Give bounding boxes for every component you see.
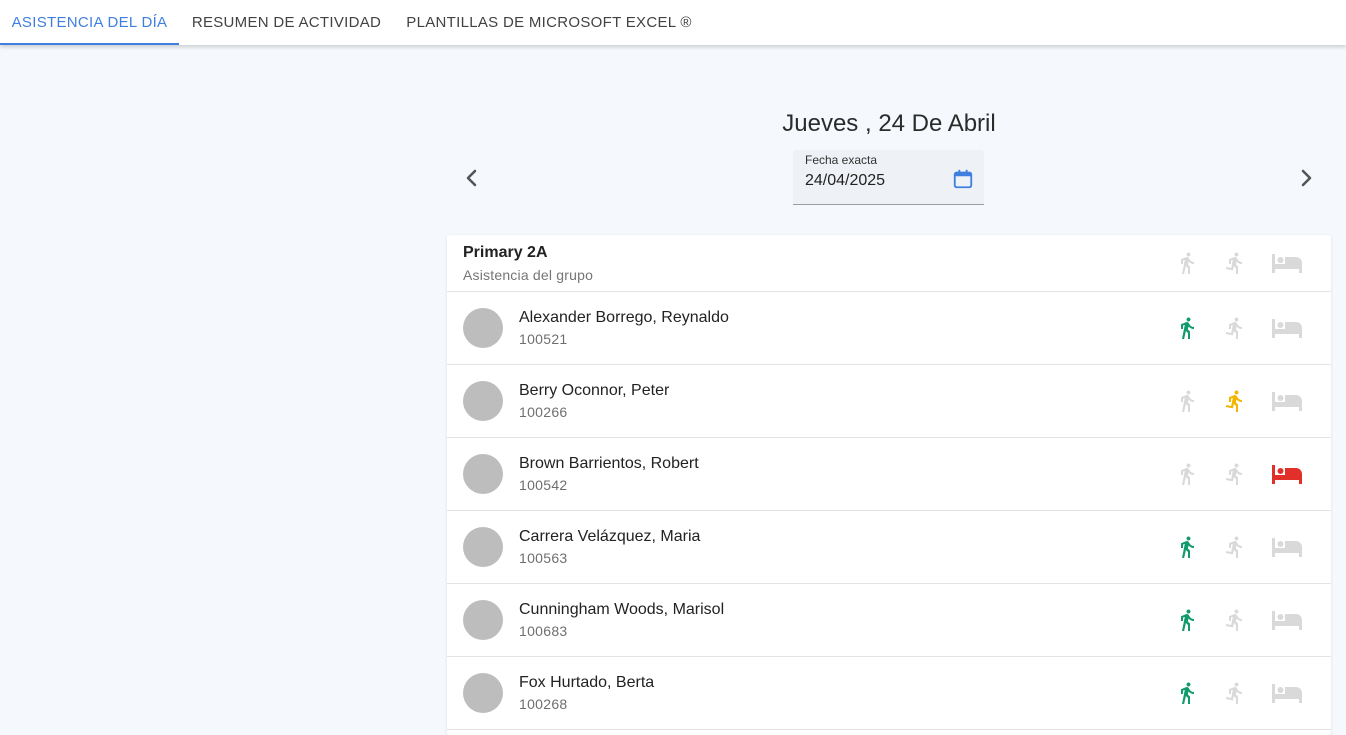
run-icon	[1225, 682, 1242, 704]
previous-day-button[interactable]	[458, 164, 486, 192]
student-actions	[1161, 584, 1331, 656]
mark-late-button[interactable]	[1217, 529, 1253, 565]
student-id: 100521	[519, 331, 568, 347]
mark-absent-button[interactable]	[1265, 456, 1309, 492]
bed-icon	[1272, 684, 1302, 703]
student-id: 100683	[519, 623, 568, 639]
tab-plantillas-excel[interactable]: PLANTILLAS DE MICROSOFT EXCEL ®	[394, 0, 704, 45]
group-name: Primary 2A	[463, 244, 548, 261]
calendar-button[interactable]	[952, 168, 974, 190]
next-day-button[interactable]	[1292, 164, 1320, 192]
student-actions	[1161, 292, 1331, 364]
run-icon	[1225, 536, 1242, 558]
bed-icon	[1272, 538, 1302, 557]
student-id: 100563	[519, 550, 568, 566]
walk-icon	[1181, 682, 1194, 704]
student-actions	[1161, 657, 1331, 729]
mark-absent-button[interactable]	[1265, 310, 1309, 346]
mark-late-button[interactable]	[1217, 675, 1253, 711]
group-header: Primary 2A Asistencia del grupo	[447, 235, 1331, 292]
walk-icon	[1181, 390, 1194, 412]
group-mark-absent-button[interactable]	[1265, 245, 1309, 281]
student-actions	[1161, 511, 1331, 583]
mark-absent-button[interactable]	[1265, 675, 1309, 711]
avatar	[463, 527, 503, 567]
group-subtitle: Asistencia del grupo	[463, 267, 594, 283]
group-mark-present-button[interactable]	[1169, 245, 1205, 281]
student-row: Brown Barrientos, Robert 100542	[447, 438, 1331, 511]
mark-late-button[interactable]	[1217, 456, 1253, 492]
student-row: Berry Oconnor, Peter 100266	[447, 365, 1331, 438]
mark-present-button[interactable]	[1169, 529, 1205, 565]
walk-icon	[1181, 536, 1194, 558]
walk-icon	[1181, 609, 1194, 631]
run-icon	[1225, 317, 1242, 339]
bed-icon	[1272, 319, 1302, 338]
bed-icon	[1272, 254, 1302, 273]
mark-late-button[interactable]	[1217, 602, 1253, 638]
group-actions	[1161, 235, 1331, 291]
mark-present-button[interactable]	[1169, 675, 1205, 711]
walk-icon	[1181, 463, 1194, 485]
mark-present-button[interactable]	[1169, 383, 1205, 419]
student-actions	[1161, 438, 1331, 510]
student-name: Carrera Velázquez, Maria	[519, 528, 701, 545]
avatar	[463, 600, 503, 640]
tab-asistencia-del-dia[interactable]: ASISTENCIA DEL DÍA	[0, 0, 179, 45]
tab-bar: ASISTENCIA DEL DÍA RESUMEN DE ACTIVIDAD …	[0, 0, 1346, 45]
mark-absent-button[interactable]	[1265, 602, 1309, 638]
student-name: Fox Hurtado, Berta	[519, 674, 655, 691]
avatar	[463, 308, 503, 348]
chevron-left-icon	[466, 169, 477, 187]
student-row: Carrera Velázquez, Maria 100563	[447, 511, 1331, 584]
walk-icon	[1181, 252, 1194, 274]
attendance-card: Primary 2A Asistencia del grupo Alexande…	[447, 235, 1331, 735]
calendar-icon	[953, 169, 973, 189]
mark-present-button[interactable]	[1169, 456, 1205, 492]
mark-present-button[interactable]	[1169, 602, 1205, 638]
student-name: Alexander Borrego, Reynaldo	[519, 309, 729, 326]
student-row: Cunningham Woods, Marisol 100683	[447, 584, 1331, 657]
date-field[interactable]: Fecha exacta	[793, 150, 984, 205]
student-id: 100266	[519, 404, 568, 420]
student-row: Fox Hurtado, Berta 100268	[447, 657, 1331, 730]
mark-present-button[interactable]	[1169, 310, 1205, 346]
date-input[interactable]	[805, 170, 945, 192]
chevron-right-icon	[1301, 169, 1312, 187]
student-name: Cunningham Woods, Marisol	[519, 601, 725, 618]
avatar	[463, 673, 503, 713]
mark-late-button[interactable]	[1217, 383, 1253, 419]
run-icon	[1225, 463, 1242, 485]
mark-late-button[interactable]	[1217, 310, 1253, 346]
mark-absent-button[interactable]	[1265, 529, 1309, 565]
student-actions	[1161, 365, 1331, 437]
bed-icon	[1272, 465, 1302, 484]
student-row: Alexander Borrego, Reynaldo 100521	[447, 292, 1331, 365]
student-id: 100268	[519, 696, 568, 712]
mark-absent-button[interactable]	[1265, 383, 1309, 419]
tab-resumen-de-actividad[interactable]: RESUMEN DE ACTIVIDAD	[179, 0, 394, 45]
date-title: Jueves , 24 De Abril	[782, 110, 996, 137]
avatar	[463, 454, 503, 494]
bed-icon	[1272, 392, 1302, 411]
bed-icon	[1272, 611, 1302, 630]
run-icon	[1225, 390, 1242, 412]
date-field-label: Fecha exacta	[805, 153, 878, 167]
avatar	[463, 381, 503, 421]
run-icon	[1225, 609, 1242, 631]
student-name: Brown Barrientos, Robert	[519, 455, 699, 472]
student-id: 100542	[519, 477, 568, 493]
group-mark-late-button[interactable]	[1217, 245, 1253, 281]
walk-icon	[1181, 317, 1194, 339]
run-icon	[1225, 252, 1242, 274]
student-name: Berry Oconnor, Peter	[519, 382, 670, 399]
